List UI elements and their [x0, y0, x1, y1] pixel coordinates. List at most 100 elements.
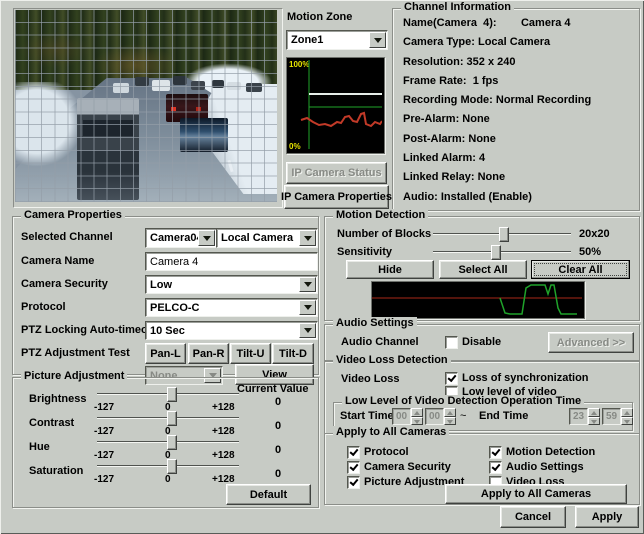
picture-adjustment-group: Picture Adjustment Current Value Brightn…	[12, 377, 319, 508]
motion-zone-select[interactable]: Zone1	[286, 30, 388, 50]
ptz-timeout-select[interactable]: 10 Sec	[145, 321, 318, 340]
number-of-blocks-slider-thumb[interactable]	[499, 227, 509, 242]
audio-settings-title: Audio Settings	[333, 317, 417, 329]
dropdown-arrow-icon[interactable]	[299, 277, 316, 292]
ptz-timeout-label: PTZ Locking Auto-timeout	[21, 324, 158, 336]
start-minute-value: 00	[425, 408, 444, 425]
hue-slider[interactable]	[97, 434, 239, 449]
channel-information-title: Channel Information	[401, 1, 514, 13]
camera-name-label: Camera Name	[21, 255, 94, 267]
camera-security-value: Low	[150, 279, 172, 291]
motion-zone-value: Zone1	[291, 34, 323, 46]
saturation-current-value: 0	[275, 468, 281, 480]
number-of-blocks-label: Number of Blocks	[337, 228, 431, 240]
dropdown-arrow-icon[interactable]	[299, 300, 316, 315]
spinner-down-icon	[444, 417, 456, 426]
apply-protocol-label: Protocol	[364, 446, 409, 458]
scale-mid: 0	[165, 474, 171, 485]
dropdown-arrow-icon[interactable]	[299, 230, 316, 246]
camera-security-select[interactable]: Low	[145, 275, 318, 294]
protocol-select[interactable]: PELCO-C	[145, 298, 318, 317]
hue-slider-thumb[interactable]	[167, 435, 177, 450]
audio-disable-checkbox[interactable]	[445, 336, 458, 349]
motion-activity-plot	[372, 282, 582, 316]
sensitivity-slider[interactable]	[433, 244, 571, 259]
video-preview-frame	[13, 8, 283, 208]
selected-channel-value: Camera04	[150, 232, 203, 244]
camera-properties-title: Camera Properties	[21, 209, 125, 221]
start-minute-spinner: 00	[425, 408, 456, 425]
saturation-slider-thumb[interactable]	[167, 459, 177, 474]
loss-of-sync-label: Loss of synchronization	[462, 372, 589, 384]
time-separator: ~	[460, 410, 466, 422]
sensitivity-slider-thumb[interactable]	[491, 245, 501, 260]
apply-camera-security-checkbox[interactable]	[347, 461, 360, 474]
protocol-value: PELCO-C	[150, 302, 200, 314]
apply-motion-detection-checkbox[interactable]	[489, 446, 502, 459]
hue-current-value: 0	[275, 444, 281, 456]
contrast-current-value: 0	[275, 420, 281, 432]
ptz-test-label: PTZ Adjustment Test	[21, 347, 130, 359]
apply-all-title: Apply to All Cameras	[333, 426, 449, 438]
apply-to-all-cameras-button[interactable]: Apply to All Cameras	[445, 484, 627, 504]
motion-level-plot	[287, 58, 382, 151]
default-button[interactable]: Default	[226, 484, 311, 505]
number-of-blocks-value: 20x20	[579, 228, 610, 240]
motion-activity-graph	[371, 281, 585, 319]
saturation-slider[interactable]	[97, 458, 239, 473]
sensitivity-value: 50%	[579, 246, 601, 258]
clear-all-button[interactable]: Clear All	[531, 260, 630, 279]
apply-picture-adjustment-checkbox[interactable]	[347, 476, 360, 489]
tilt-up-button[interactable]: Tilt-U	[230, 343, 271, 364]
spinner-up-icon	[411, 408, 423, 417]
channel-info-row: Name(Camera 4): Camera 4	[403, 17, 591, 36]
apply-motion-detection-label: Motion Detection	[506, 446, 595, 458]
dropdown-arrow-icon[interactable]	[299, 323, 316, 338]
selected-channel-select[interactable]: Camera04	[145, 228, 217, 248]
apply-audio-settings-checkbox[interactable]	[489, 461, 502, 474]
contrast-slider[interactable]	[97, 410, 239, 425]
motion-detection-title: Motion Detection	[333, 209, 428, 221]
ip-camera-properties-button[interactable]: IP Camera Properties	[284, 185, 389, 209]
apply-button[interactable]: Apply	[575, 506, 639, 528]
loss-of-sync-checkbox[interactable]	[445, 372, 458, 385]
saturation-label: Saturation	[29, 465, 83, 477]
dropdown-arrow-icon[interactable]	[198, 230, 215, 246]
contrast-slider-thumb[interactable]	[167, 411, 177, 426]
tilt-down-button[interactable]: Tilt-D	[272, 343, 314, 364]
camera-settings-dialog: Motion Zone Zone1 100% 0% IP Camera Stat…	[0, 0, 644, 534]
apply-protocol-checkbox[interactable]	[347, 446, 360, 459]
apply-camera-security-label: Camera Security	[364, 461, 451, 473]
brightness-slider[interactable]	[97, 386, 239, 401]
hide-button[interactable]: Hide	[346, 260, 434, 279]
camera-source-select[interactable]: Local Camera	[216, 228, 318, 248]
select-all-button[interactable]: Select All	[439, 260, 527, 279]
channel-information-list: Name(Camera 4): Camera 4 Camera Type: Lo…	[403, 17, 591, 210]
number-of-blocks-slider[interactable]	[433, 226, 571, 241]
ip-camera-status-button: IP Camera Status	[286, 162, 387, 184]
pan-right-button[interactable]: Pan-R	[188, 343, 229, 364]
video-loss-title: Video Loss Detection	[333, 354, 451, 366]
channel-info-row: Resolution: 352 x 240	[403, 56, 591, 75]
motion-zone-graph: 100% 0%	[286, 57, 385, 154]
brightness-slider-thumb[interactable]	[167, 387, 177, 402]
video-loss-group: Video Loss Detection Video Loss Loss of …	[324, 361, 640, 434]
motion-zone-grid-overlay[interactable]	[15, 10, 277, 202]
dropdown-arrow-icon[interactable]	[369, 32, 386, 48]
camera-preview[interactable]	[15, 10, 277, 202]
current-value-header: Current Value	[237, 383, 309, 395]
channel-info-row: Audio: Installed (Enable)	[403, 191, 591, 210]
apply-audio-settings-label: Audio Settings	[506, 461, 584, 473]
channel-info-row: Post-Alarm: None	[403, 133, 591, 152]
slider-track	[433, 251, 571, 253]
selected-channel-label: Selected Channel	[21, 231, 113, 243]
end-hour-spinner: 23	[569, 408, 600, 425]
camera-name-input[interactable]: Camera 4	[145, 252, 318, 271]
channel-info-row: Pre-Alarm: None	[403, 113, 591, 132]
pan-left-button[interactable]: Pan-L	[145, 343, 186, 364]
sensitivity-label: Sensitivity	[337, 246, 392, 258]
apply-all-group: Apply to All Cameras Protocol Camera Sec…	[324, 433, 640, 505]
spinner-down-icon	[411, 417, 423, 426]
start-hour-value: 00	[392, 408, 411, 425]
cancel-button[interactable]: Cancel	[500, 506, 566, 528]
